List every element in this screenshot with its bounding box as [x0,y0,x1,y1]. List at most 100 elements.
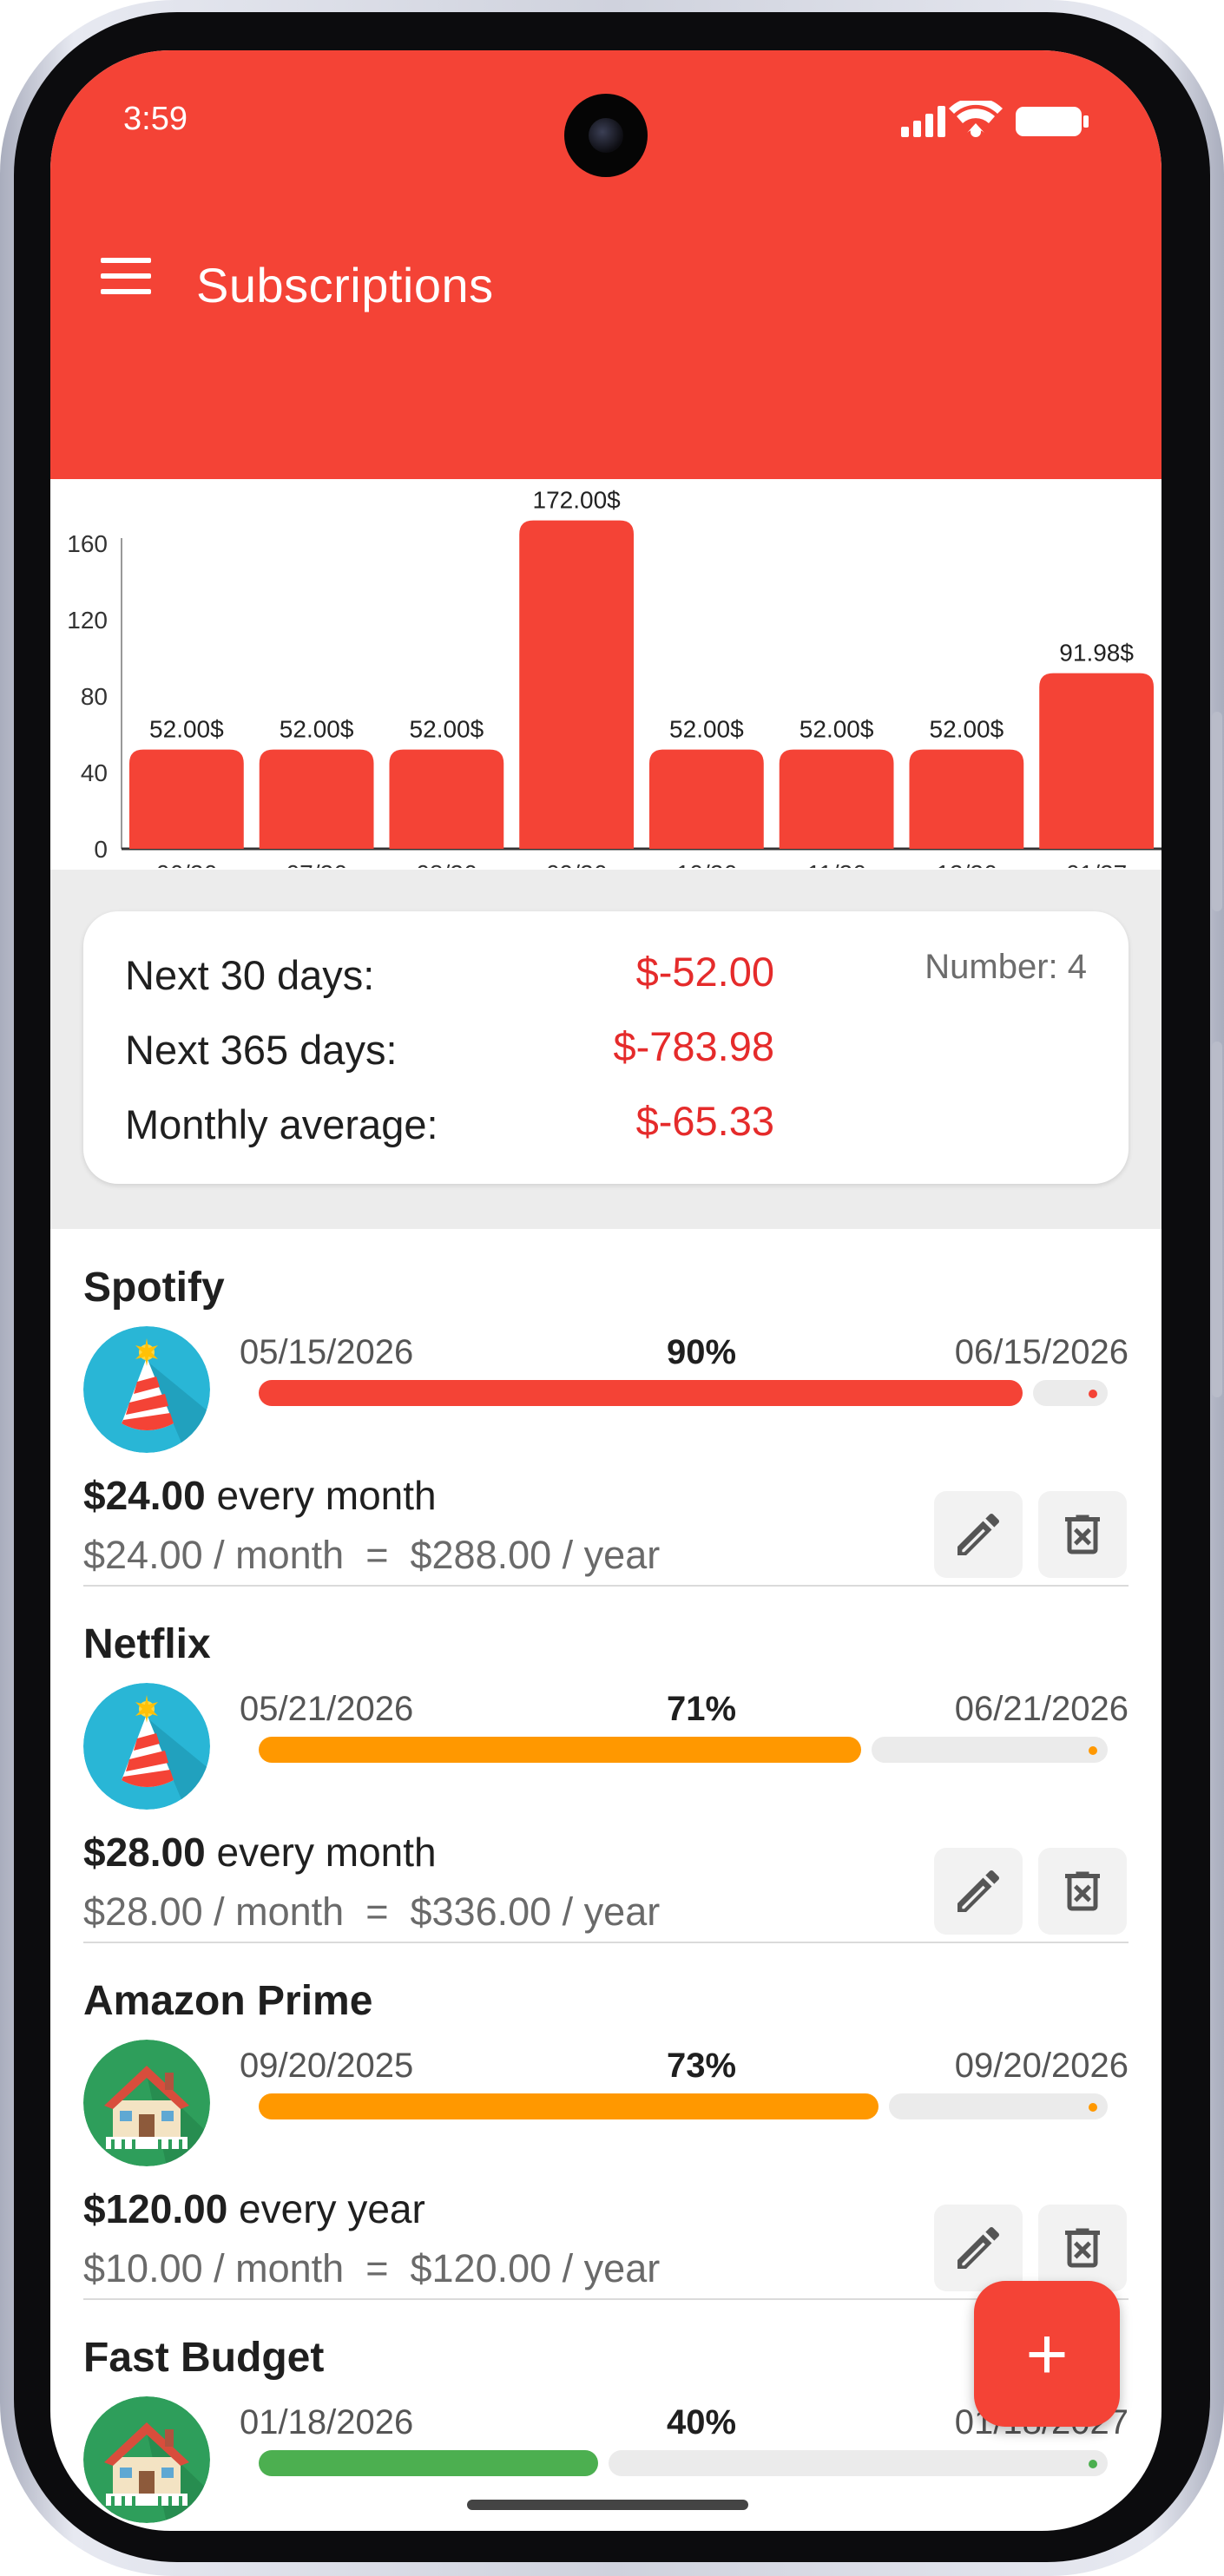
subscription-item[interactable]: Spotify 05/15/2026 90% 06/15/2026 $24.00… [50,1229,1161,1587]
subscription-name: Fast Budget [83,2335,325,2381]
price-period: every month [205,1830,437,1875]
cost-breakdown: $28.00 / month = $336.00 / year [83,1889,661,1934]
progress-end-dot [1089,2103,1097,2112]
start-date: 05/21/2026 [240,1690,414,1728]
price-line: $120.00 every year [83,2185,425,2232]
summary-section: Next 30 days: $-52.00 Number: 4 Next 365… [50,870,1161,1229]
x-tick-label: 08/26 [416,860,477,868]
price-amount: $24.00 [83,1473,206,1518]
subscription-item[interactable]: Amazon Prime 09/20/2025 73% 09/20/2026 $… [50,1942,1161,2300]
progress-fill [259,2450,598,2476]
bar-chart: 0 40 80 120 160 52.00$ 06/26 52.00$ 07/26 52.00$ 0… [67,487,1161,868]
page-title: Subscriptions [196,258,494,312]
edit-button[interactable] [934,1491,1023,1578]
pencil-icon [957,1513,1000,1555]
progress-end-dot [1089,1390,1097,1398]
progress-track [889,2093,1108,2119]
price-line: $24.00 every month [83,1472,437,1519]
progress-track [609,2450,1108,2476]
end-date: 09/20/2026 [954,2047,1129,2085]
progress-fill [259,2093,879,2119]
x-tick-label: 06/26 [156,860,217,868]
chart-bar [1039,673,1155,849]
cost-breakdown: $10.00 / month = $120.00 / year [83,2246,661,2290]
next-30-label: Next 30 days: [125,952,375,998]
bar-value-label: 172.00$ [533,487,622,514]
status-time: 3:59 [123,101,188,137]
delete-button[interactable] [1038,1491,1127,1578]
chart-bar [779,749,894,849]
summary-card: Next 30 days: $-52.00 Number: 4 Next 365… [83,911,1129,1184]
chart-bar [648,749,764,849]
x-tick-label: 01/27 [1066,860,1127,868]
price-amount: $28.00 [83,1830,206,1875]
cost-breakdown: $24.00 / month = $288.00 / year [83,1533,661,1577]
edit-button[interactable] [934,2205,1023,2291]
delete-button[interactable] [1038,1848,1127,1935]
monthly-average-value: $-65.33 [635,1098,774,1144]
x-tick-label: 12/26 [936,860,997,868]
progress-percent: 40% [666,2403,737,2441]
subscription-name: Netflix [83,1621,211,1667]
chart-bar [128,749,244,849]
subscription-name: Amazon Prime [83,1978,373,2024]
end-date: 06/21/2026 [954,1690,1129,1728]
number-count: Number: 4 [925,948,1087,986]
price-period: every year [227,2186,425,2231]
bar-value-label: 52.00$ [669,716,744,743]
progress-end-dot [1089,1746,1097,1755]
chart-bar [389,749,504,849]
price-line: $28.00 every month [83,1829,437,1876]
chart-bar [259,749,374,849]
monthly-average-label: Monthly average: [125,1101,438,1147]
power-button [1212,1042,1222,1397]
start-date: 05/15/2026 [240,1333,414,1371]
y-tick-label: 160 [67,530,108,557]
x-tick-label: 09/26 [546,860,607,868]
y-tick-label: 40 [81,759,108,786]
progress-track [872,1737,1108,1763]
wifi-icon [949,101,1003,137]
subscription-name: Spotify [83,1265,225,1311]
phone-frame: 3:59 Subscriptions 0 40 80 120 160 52.00… [0,0,1224,2576]
progress-fill [259,1380,1023,1406]
price-period: every month [205,1473,437,1518]
chart-bar [909,749,1024,849]
chart: 0 40 80 120 160 52.00$ 06/26 52.00$ 07/26 52.00$ 0… [50,479,1161,868]
status-icons [901,101,1089,137]
progress-percent: 90% [666,1333,737,1371]
app-bar: 3:59 Subscriptions [50,50,1161,479]
house-icon [83,2396,210,2523]
volume-button [1212,712,1222,911]
y-tick-label: 0 [94,836,108,863]
chart-bar [519,520,635,849]
bar-value-label: 52.00$ [149,716,224,743]
menu-button[interactable] [95,241,174,311]
trash-x-icon [1065,2228,1100,2268]
bar-value-label: 52.00$ [280,716,354,743]
next-365-value: $-783.98 [613,1023,774,1069]
start-date: 01/18/2026 [240,2403,414,2441]
progress-fill [259,1737,861,1763]
home-indicator[interactable] [467,2500,748,2510]
bar-value-label: 52.00$ [410,716,484,743]
pencil-icon [957,1870,1000,1912]
battery-icon [1016,107,1089,136]
bar-value-label: 52.00$ [930,716,1004,743]
signal-icon [901,106,945,137]
subscription-item[interactable]: Netflix 05/21/2026 71% 06/21/2026 $28.00… [50,1586,1161,1943]
bar-value-label: 91.98$ [1059,640,1134,667]
progress-percent: 73% [666,2047,737,2085]
delete-button[interactable] [1038,2205,1127,2291]
screen: 3:59 Subscriptions 0 40 80 120 160 52.00… [50,50,1161,2531]
y-tick-label: 120 [67,607,108,634]
front-camera [564,94,648,177]
x-tick-label: 07/26 [286,860,347,868]
y-tick-label: 80 [81,683,108,710]
trash-x-icon [1065,1871,1100,1911]
progress-end-dot [1089,2460,1097,2468]
edit-button[interactable] [934,1848,1023,1935]
party-hat-icon [83,1326,210,1453]
next-365-label: Next 365 days: [125,1027,398,1073]
add-subscription-button[interactable]: + [974,2281,1120,2427]
